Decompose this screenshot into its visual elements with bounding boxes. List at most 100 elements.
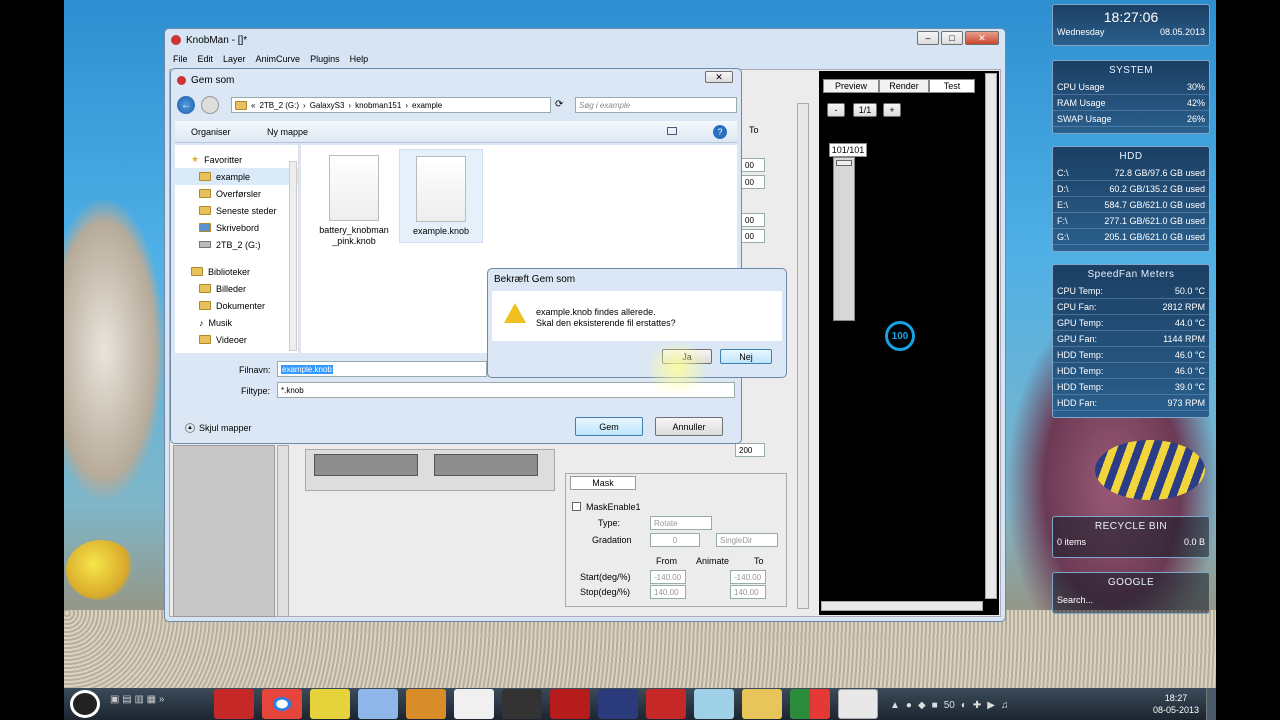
taskbar-chrome-icon[interactable] [262,689,302,719]
param-field[interactable]: 00 [741,213,765,227]
nav-scrollbar[interactable] [289,161,297,351]
tray-icon[interactable]: ✚ [973,700,981,711]
frame-plus-button[interactable]: + [883,103,901,117]
view-icon[interactable] [667,127,677,135]
stop-to-field[interactable]: 140.00 [730,585,766,599]
start-from-field[interactable]: -140.00 [650,570,686,584]
volume-level[interactable]: 50 [944,700,955,711]
tray-icon[interactable]: ◐ [961,700,967,711]
knob-preview[interactable]: 100 [885,321,915,351]
taskbar-app-icon[interactable] [310,689,350,719]
nav-item-downloads[interactable]: Overførsler [175,185,298,202]
nav-libraries[interactable]: Biblioteker [175,263,298,280]
help-icon[interactable]: ? [713,125,727,139]
breadcrumb-overflow[interactable]: « [251,101,255,110]
filename-input[interactable]: example.knob [277,361,487,377]
param-field[interactable]: 200 [735,443,765,457]
file-item[interactable]: battery_knobman _pink.knob [315,149,393,253]
menu-animcurve[interactable]: AnimCurve [256,54,301,64]
close-button[interactable]: ✕ [965,31,999,45]
new-folder-button[interactable]: Ny mappe [267,127,308,137]
param-field[interactable]: 00 [741,175,765,189]
mask-enable-checkbox[interactable] [572,502,581,511]
breadcrumb-drive[interactable]: 2TB_2 (G:) [259,101,299,110]
test-slider[interactable] [833,157,855,321]
tray-icon[interactable]: ■ [932,700,938,711]
taskbar-app-icon[interactable] [550,689,590,719]
show-desktop-button[interactable] [1206,688,1216,720]
menu-edit[interactable]: Edit [198,54,214,64]
breadcrumb-galaxy[interactable]: GalaxyS3 [310,101,345,110]
search-input[interactable]: Søg i example [575,97,737,113]
taskbar-app-icon[interactable] [454,689,494,719]
start-to-field[interactable]: -140.00 [730,570,766,584]
menu-plugins[interactable]: Plugins [310,54,340,64]
taskbar-app-red-arrow[interactable] [646,689,686,719]
breadcrumb-knobman[interactable]: knobman151 [355,101,401,110]
gradation-field[interactable]: 0 [650,533,700,547]
nav-item-example[interactable]: example [175,168,298,185]
tab-mask[interactable]: Mask [570,476,636,490]
gradation-mode-select[interactable]: SingleDir [716,533,778,547]
tray-icon[interactable]: ◆ [918,700,926,711]
thumb-2[interactable] [434,454,538,476]
taskbar-app-icon[interactable] [598,689,638,719]
save-as-close-button[interactable]: ✕ [705,71,733,83]
menu-file[interactable]: File [173,54,188,64]
breadcrumb-example[interactable]: example [412,101,442,110]
stop-from-field[interactable]: 140.00 [650,585,686,599]
frame-minus-button[interactable]: - [827,103,845,117]
tab-test[interactable]: Test [929,79,975,93]
nav-favorites[interactable]: ★ Favoritter [175,151,298,168]
taskbar-app-icon[interactable] [790,689,830,719]
layer-list-scrollbar[interactable] [277,445,289,617]
start-button[interactable] [70,690,100,718]
param-field[interactable]: 00 [741,229,765,243]
tray-clock[interactable]: 18:27 08-05-2013 [1150,692,1202,716]
taskbar-app-icon[interactable] [406,689,446,719]
speaker-icon[interactable]: ♫ [1001,700,1009,711]
address-bar[interactable]: « 2TB_2 (G:) › GalaxyS3 › knobman151 › exam… [231,97,551,113]
thumb-1[interactable] [314,454,418,476]
organise-menu[interactable]: Organiser [191,127,231,137]
mask-type-select[interactable]: Rotate [650,516,712,530]
hide-folders-button[interactable]: ▲ Skjul mapper [185,423,252,433]
nav-item-recent[interactable]: Seneste steder [175,202,298,219]
nav-item-music[interactable]: ♪ Musik [175,314,298,331]
tab-render[interactable]: Render [879,79,929,93]
taskbar-app-icon[interactable] [502,689,542,719]
save-button[interactable]: Gem [575,417,643,436]
tray-icon[interactable]: ▲ [890,700,900,711]
nav-item-pictures[interactable]: Billeder [175,280,298,297]
quick-launch-icons[interactable]: ▣ ▤ ▥ ▦ » [110,694,206,712]
cancel-button[interactable]: Annuller [655,417,723,436]
param-field[interactable]: 00 [741,158,765,172]
forward-button[interactable] [201,96,219,114]
tab-preview[interactable]: Preview [823,79,879,93]
slider-thumb[interactable] [836,160,852,166]
nav-item-drive[interactable]: 2TB_2 (G:) [175,236,298,253]
param-scrollbar[interactable] [797,103,809,609]
nav-item-documents[interactable]: Dokumenter [175,297,298,314]
menu-help[interactable]: Help [350,54,369,64]
file-item[interactable]: example.knob [399,149,483,243]
tray-icon[interactable]: ● [906,700,912,711]
recycle-bin-gadget[interactable]: RECYCLE BIN 0 items 0.0 B [1052,516,1210,558]
maximize-button[interactable]: □ [941,31,963,45]
taskbar-app-icon[interactable] [694,689,734,719]
taskbar-knobman-icon[interactable] [838,689,878,719]
taskbar-itunes-icon[interactable] [358,689,398,719]
no-button[interactable]: Nej [720,349,772,364]
menu-layer[interactable]: Layer [223,54,246,64]
refresh-icon[interactable]: ⟳ [555,99,563,110]
tray-icon[interactable]: ▶ [987,700,995,711]
nav-item-videos[interactable]: Videoer [175,331,298,348]
taskbar-explorer-icon[interactable] [742,689,782,719]
minimize-button[interactable]: – [917,31,939,45]
nav-item-desktop[interactable]: Skrivebord [175,219,298,236]
google-search-input[interactable]: Search... [1053,591,1209,609]
preview-hscrollbar[interactable] [821,601,983,611]
back-button[interactable]: ← [177,96,195,114]
preview-vscrollbar[interactable] [985,73,997,599]
taskbar-app-red-arrow[interactable] [214,689,254,719]
